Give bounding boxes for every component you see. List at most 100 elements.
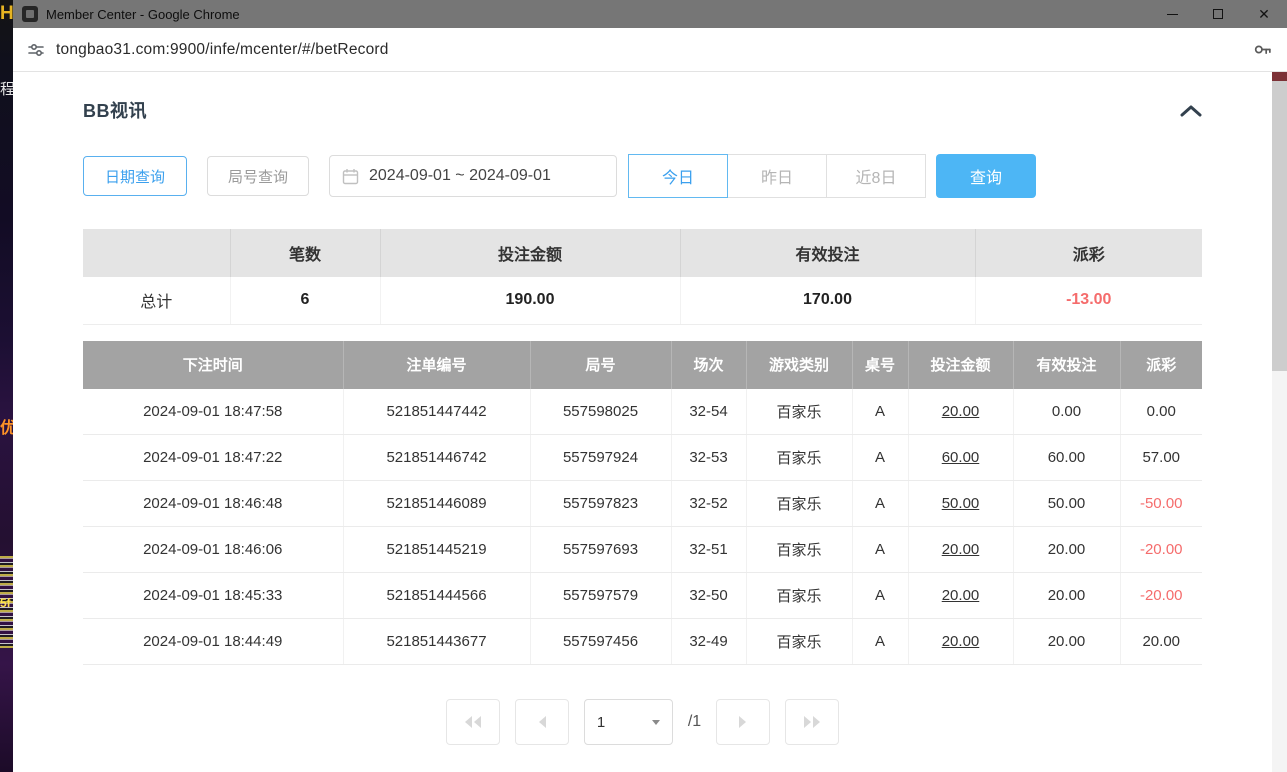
payout-cell: 0.00 — [1120, 389, 1202, 435]
bet-amount-link[interactable]: 20.00 — [908, 389, 1013, 435]
column-header-payout: 派彩 — [1120, 341, 1202, 389]
table-no-cell: A — [852, 435, 908, 481]
bet-time-cell: 2024-09-01 18:45:33 — [83, 573, 343, 619]
scrollbar[interactable] — [1272, 72, 1287, 772]
valid-bet-cell: 0.00 — [1013, 389, 1120, 435]
double-right-arrow-icon — [801, 714, 823, 730]
payout-cell: 20.00 — [1120, 619, 1202, 665]
date-range-value: 2024-09-01 ~ 2024-09-01 — [369, 167, 551, 185]
maximize-icon — [1213, 9, 1223, 19]
column-header-game-type: 游戏类别 — [746, 341, 852, 389]
session-cell: 32-52 — [671, 481, 746, 527]
bet-amount-link[interactable]: 20.00 — [908, 573, 1013, 619]
table-no-cell: A — [852, 619, 908, 665]
summary-header-valid-bet: 有效投注 — [680, 229, 975, 277]
game-type-cell: 百家乐 — [746, 619, 852, 665]
close-icon: ✕ — [1258, 7, 1270, 21]
minimize-button[interactable] — [1149, 0, 1195, 28]
round-cell: 557597693 — [530, 527, 671, 573]
game-type-cell: 百家乐 — [746, 389, 852, 435]
bet-id-cell: 521851443677 — [343, 619, 530, 665]
session-cell: 32-50 — [671, 573, 746, 619]
background-window-sliver: H 程 优 5f — [0, 0, 13, 772]
table-row: 2024-09-01 18:46:06 521851445219 5575976… — [83, 527, 1202, 573]
table-no-cell: A — [852, 481, 908, 527]
first-page-button[interactable] — [446, 699, 500, 745]
summary-header-blank — [83, 229, 230, 277]
maximize-button[interactable] — [1195, 0, 1241, 28]
page-select-value: 1 — [597, 714, 605, 731]
summary-bet-amount-value: 190.00 — [380, 277, 680, 324]
game-type-cell: 百家乐 — [746, 573, 852, 619]
summary-count-value: 6 — [230, 277, 380, 324]
bet-amount-link[interactable]: 60.00 — [908, 435, 1013, 481]
valid-bet-cell: 50.00 — [1013, 481, 1120, 527]
site-settings-icon[interactable] — [27, 41, 45, 59]
table-no-cell: A — [852, 527, 908, 573]
round-cell: 557597456 — [530, 619, 671, 665]
bet-id-cell: 521851446089 — [343, 481, 530, 527]
payout-cell: 57.00 — [1120, 435, 1202, 481]
summary-payout-value: -13.00 — [975, 277, 1202, 324]
window-titlebar: Member Center - Google Chrome ✕ — [13, 0, 1287, 28]
column-header-bet-amount: 投注金额 — [908, 341, 1013, 389]
table-row: 2024-09-01 18:47:22 521851446742 5575979… — [83, 435, 1202, 481]
page-select[interactable]: 1 — [584, 699, 673, 745]
prev-page-button[interactable] — [515, 699, 569, 745]
round-query-tab[interactable]: 局号查询 — [207, 156, 309, 196]
url-text[interactable]: tongbao31.com:9900/infe/mcenter/#/betRec… — [56, 41, 389, 59]
browser-window: Member Center - Google Chrome ✕ tongbao3… — [13, 0, 1287, 772]
bet-id-cell: 521851446742 — [343, 435, 530, 481]
window-title: Member Center - Google Chrome — [46, 7, 240, 22]
table-row: 2024-09-01 18:45:33 521851444566 5575975… — [83, 573, 1202, 619]
valid-bet-cell: 20.00 — [1013, 573, 1120, 619]
chevron-up-icon[interactable] — [1180, 104, 1202, 117]
game-type-cell: 百家乐 — [746, 435, 852, 481]
valid-bet-cell: 20.00 — [1013, 619, 1120, 665]
summary-header-payout: 派彩 — [975, 229, 1202, 277]
browser-urlbar: tongbao31.com:9900/infe/mcenter/#/betRec… — [13, 28, 1287, 72]
payout-cell: -20.00 — [1120, 573, 1202, 619]
column-header-bet-id: 注单编号 — [343, 341, 530, 389]
game-type-cell: 百家乐 — [746, 481, 852, 527]
password-key-icon[interactable] — [1252, 39, 1273, 60]
session-cell: 32-53 — [671, 435, 746, 481]
bet-amount-link[interactable]: 20.00 — [908, 527, 1013, 573]
bet-amount-link[interactable]: 50.00 — [908, 481, 1013, 527]
column-header-valid-bet: 有效投注 — [1013, 341, 1120, 389]
date-query-tab[interactable]: 日期查询 — [83, 156, 187, 196]
scrollbar-thumb[interactable] — [1272, 81, 1287, 371]
close-button[interactable]: ✕ — [1241, 0, 1287, 28]
bet-id-cell: 521851447442 — [343, 389, 530, 435]
table-no-cell: A — [852, 389, 908, 435]
page-total: /1 — [688, 713, 701, 731]
session-cell: 32-54 — [671, 389, 746, 435]
yesterday-button[interactable]: 昨日 — [727, 154, 827, 198]
last-page-button[interactable] — [785, 699, 839, 745]
panel-header: BB视讯 — [83, 97, 1202, 123]
bet-id-cell: 521851444566 — [343, 573, 530, 619]
today-button[interactable]: 今日 — [628, 154, 728, 198]
search-button[interactable]: 查询 — [936, 154, 1036, 198]
bet-amount-link[interactable]: 20.00 — [908, 619, 1013, 665]
last-8-days-button[interactable]: 近8日 — [826, 154, 926, 198]
minimize-icon — [1167, 14, 1178, 15]
table-row: 2024-09-01 18:46:48 521851446089 5575978… — [83, 481, 1202, 527]
round-cell: 557597579 — [530, 573, 671, 619]
bet-time-cell: 2024-09-01 18:47:22 — [83, 435, 343, 481]
valid-bet-cell: 60.00 — [1013, 435, 1120, 481]
background-text: 5f — [0, 596, 13, 610]
calendar-icon — [342, 168, 359, 185]
date-range-picker[interactable]: 2024-09-01 ~ 2024-09-01 — [329, 155, 617, 197]
summary-header-row: 笔数 投注金额 有效投注 派彩 — [83, 229, 1202, 277]
valid-bet-cell: 20.00 — [1013, 527, 1120, 573]
window-controls: ✕ — [1149, 0, 1287, 28]
chevron-down-icon — [652, 720, 660, 725]
bet-records-table: 下注时间 注单编号 局号 场次 游戏类别 桌号 投注金额 有效投注 派彩 202… — [83, 341, 1202, 666]
game-type-cell: 百家乐 — [746, 527, 852, 573]
favicon — [22, 6, 38, 22]
next-page-button[interactable] — [716, 699, 770, 745]
left-arrow-icon — [536, 714, 548, 730]
column-header-table-no: 桌号 — [852, 341, 908, 389]
summary-valid-bet-value: 170.00 — [680, 277, 975, 324]
